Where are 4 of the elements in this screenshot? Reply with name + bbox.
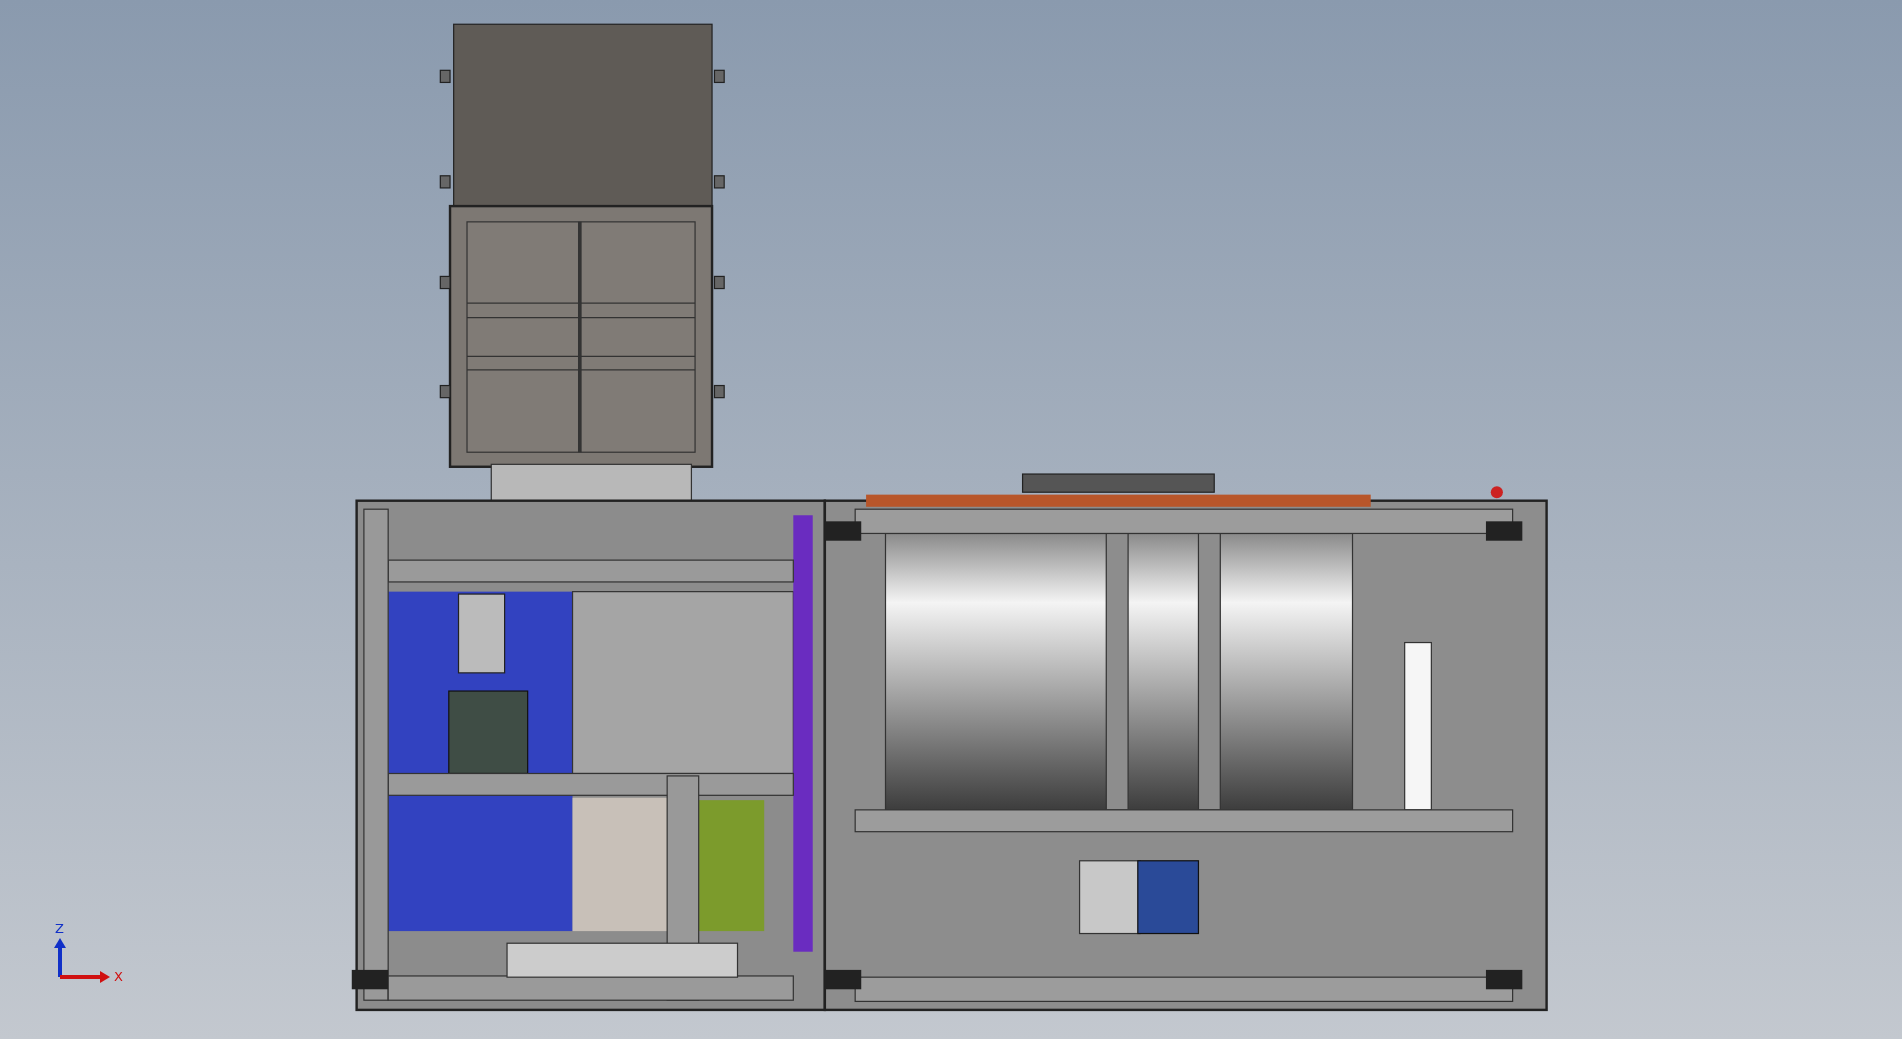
x-axis-arrow: [60, 971, 110, 983]
z-axis-arrow: [54, 938, 66, 977]
z-axis-label: Z: [55, 921, 64, 936]
x-axis-label: X: [114, 969, 123, 984]
